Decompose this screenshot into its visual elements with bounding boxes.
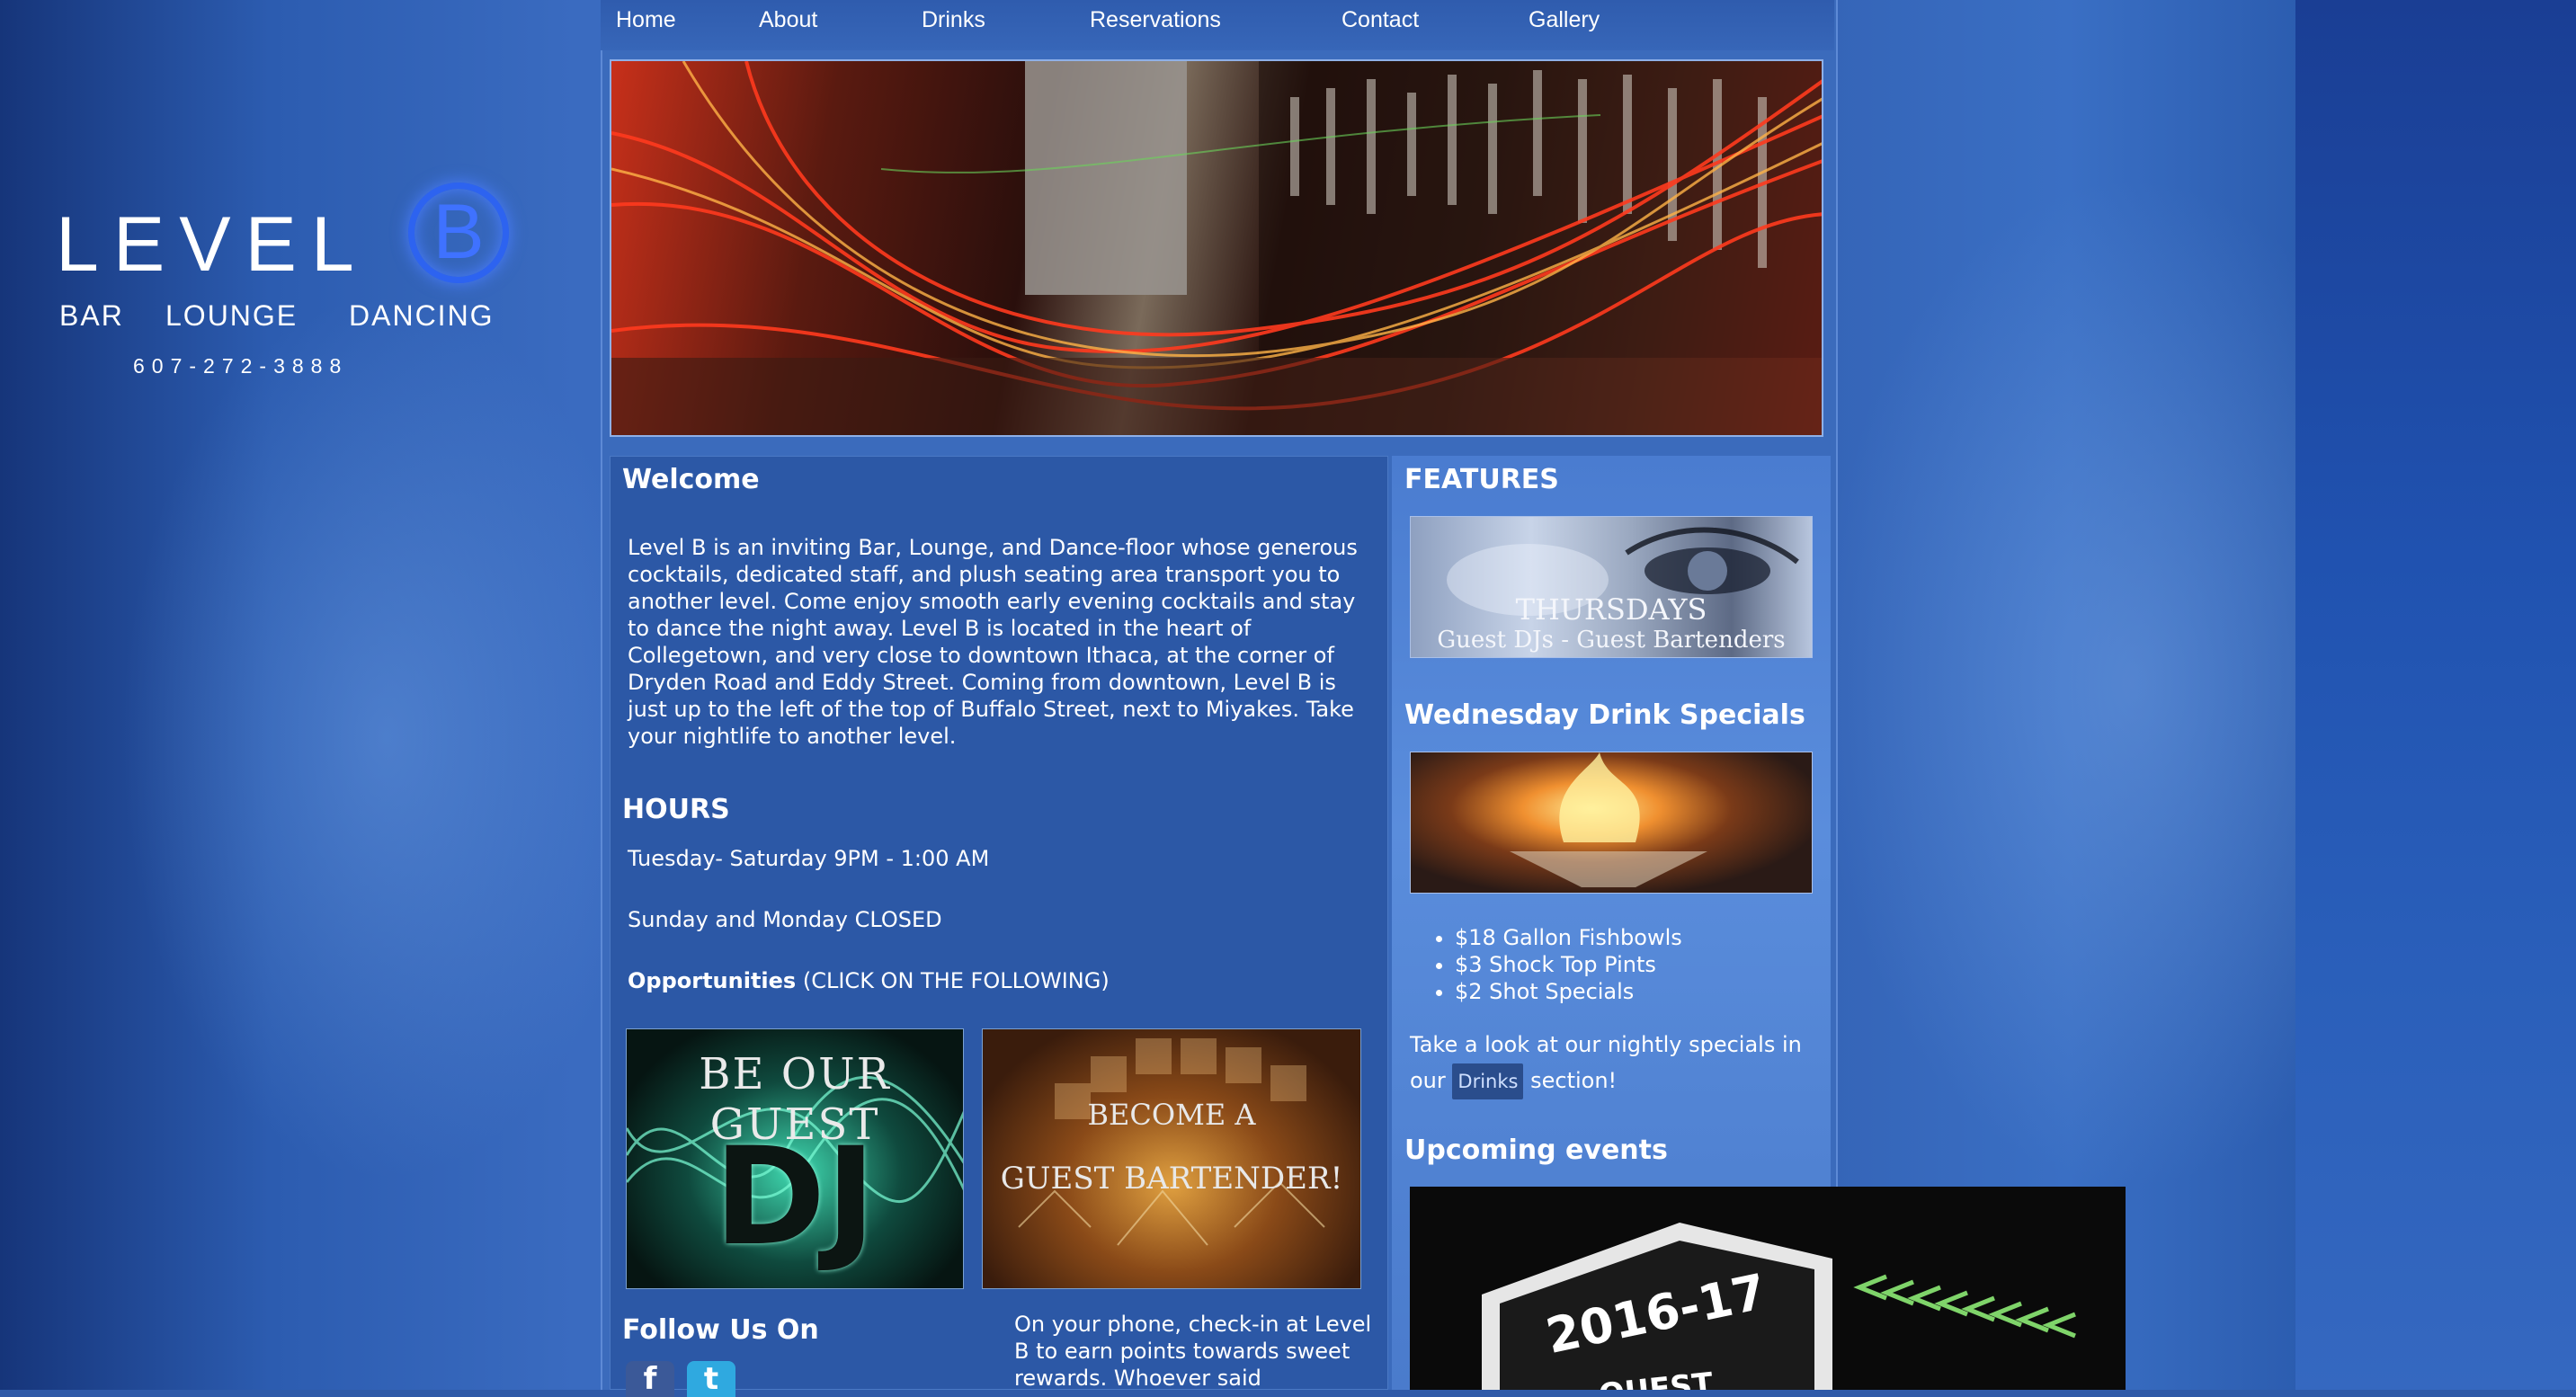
opportunities-line: Opportunities (CLICK ON THE FOLLOWING) xyxy=(628,967,1110,994)
wednesday-specials-list: $18 Gallon Fishbowls $3 Shock Top Pints … xyxy=(1430,924,1682,1005)
hero-light-streaks xyxy=(611,61,1822,435)
logo-phone: 607-272-3888 xyxy=(133,354,349,378)
nav-about[interactable]: About xyxy=(759,7,817,33)
nav-gallery[interactable]: Gallery xyxy=(1529,7,1600,33)
welcome-body: Level B is an inviting Bar, Lounge, and … xyxy=(628,535,1358,749)
guest-bartender-thumbnail[interactable]: BECOME A GUEST BARTENDER! xyxy=(982,1028,1361,1289)
opportunities-label: Opportunities xyxy=(628,968,797,993)
site-logo[interactable]: LEVEL B BAR LOUNGE DANCING 607-272-3888 xyxy=(56,178,541,394)
hours-line-1: Tuesday- Saturday 9PM - 1:00 AM xyxy=(628,846,990,871)
flaming-cocktail-art xyxy=(1510,752,1707,887)
dj-caption-line-2: DJ xyxy=(713,1119,877,1276)
page-background-right xyxy=(2295,0,2576,1390)
guest-dj-thumbnail[interactable]: BE OUR GUEST DJ xyxy=(626,1028,964,1289)
logo-tag-dancing: DANCING xyxy=(349,299,495,332)
special-item: $3 Shock Top Pints xyxy=(1455,951,1682,978)
hours-heading: HOURS xyxy=(622,794,730,825)
logo-tag-lounge: LOUNGE xyxy=(165,299,299,332)
special-item: $2 Shot Specials xyxy=(1455,978,1682,1005)
logo-word: LEVEL xyxy=(56,201,369,288)
nav-reservations[interactable]: Reservations xyxy=(1090,7,1221,33)
facebook-icon[interactable]: f xyxy=(626,1361,674,1397)
logo-b-ring: B xyxy=(408,182,509,283)
special-item: $18 Gallon Fishbowls xyxy=(1455,924,1682,951)
opportunities-note: (CLICK ON THE FOLLOWING) xyxy=(802,968,1110,993)
event-poster-art xyxy=(1482,1223,2076,1390)
wednesday-specials-image[interactable] xyxy=(1410,752,1813,894)
hero-banner-image xyxy=(610,59,1823,437)
bartender-caption-line-1: BECOME A xyxy=(1087,1098,1256,1132)
welcome-heading: Welcome xyxy=(622,464,760,495)
thursdays-title: THURSDAYS xyxy=(1515,592,1707,627)
wednesday-heading: Wednesday Drink Specials xyxy=(1404,699,1805,731)
main-nav: Home About Drinks Reservations Contact G… xyxy=(601,0,1834,50)
nav-contact[interactable]: Contact xyxy=(1341,7,1419,33)
nav-home[interactable]: Home xyxy=(616,7,676,33)
features-heading: FEATURES xyxy=(1404,464,1559,495)
hours-line-2: Sunday and Monday CLOSED xyxy=(628,907,942,932)
thursdays-subtitle: Guest DJs - Guest Bartenders xyxy=(1437,627,1786,654)
follow-heading: Follow Us On xyxy=(622,1314,819,1346)
checkin-text: On your phone, check-in at Level B to ea… xyxy=(1014,1312,1372,1391)
nav-drinks[interactable]: Drinks xyxy=(922,7,985,33)
drinks-link[interactable]: Drinks xyxy=(1452,1063,1524,1099)
specials-note-after: section! xyxy=(1530,1068,1618,1093)
logo-tag-bar: BAR xyxy=(59,299,124,332)
thursdays-feature-banner[interactable]: THURSDAYS Guest DJs - Guest Bartenders xyxy=(1410,516,1813,658)
bartender-tiles xyxy=(1018,1038,1325,1246)
upcoming-events-heading: Upcoming events xyxy=(1404,1135,1668,1166)
specials-note: Take a look at our nightly specials in o… xyxy=(1410,1027,1823,1099)
upcoming-event-poster[interactable]: 2016-17 QUEST xyxy=(1410,1187,2126,1390)
twitter-icon[interactable]: t xyxy=(687,1361,735,1397)
bartender-caption-line-2: GUEST BARTENDER! xyxy=(1000,1161,1343,1197)
